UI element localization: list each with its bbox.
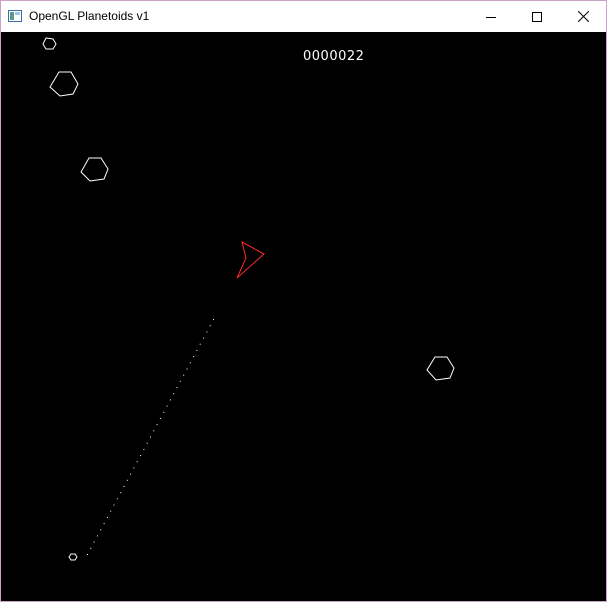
bullet <box>213 319 214 320</box>
app-window: OpenGL Planetoids v1 0000022 <box>0 0 607 602</box>
bullet <box>209 325 211 327</box>
asteroid <box>49 71 79 97</box>
app-icon <box>8 10 22 22</box>
bullet <box>120 492 122 494</box>
asteroid <box>80 157 109 182</box>
title-bar[interactable]: OpenGL Planetoids v1 <box>1 1 606 32</box>
close-button[interactable] <box>560 1 606 32</box>
maximize-button[interactable] <box>514 1 560 32</box>
bullet <box>153 430 155 432</box>
bullet <box>203 337 205 339</box>
bullet <box>116 498 118 500</box>
bullet <box>156 424 158 426</box>
bullet <box>130 473 132 475</box>
bullet <box>143 448 145 450</box>
bullet <box>173 393 175 395</box>
asteroid <box>426 356 455 381</box>
player-ship <box>236 241 265 279</box>
window-title: OpenGL Planetoids v1 <box>29 9 150 23</box>
bullet <box>110 510 112 512</box>
bullet <box>96 535 98 537</box>
asteroid <box>42 37 57 50</box>
bullet <box>169 399 171 401</box>
score-display: 0000022 <box>303 49 365 64</box>
close-icon <box>577 11 589 22</box>
bullet <box>93 541 95 543</box>
asteroid <box>68 553 78 561</box>
bullet <box>163 411 165 413</box>
minimize-button[interactable] <box>468 1 514 32</box>
game-canvas[interactable]: 0000022 <box>1 32 606 601</box>
bullet <box>113 504 115 506</box>
bullet <box>183 374 185 376</box>
bullet <box>146 442 148 444</box>
bullet <box>136 461 138 463</box>
bullet <box>106 516 108 518</box>
game-scene <box>42 37 455 561</box>
bullet <box>159 417 161 419</box>
bullet <box>123 486 125 487</box>
bullet <box>186 368 188 370</box>
maximize-icon <box>532 11 542 22</box>
bullet <box>179 380 181 382</box>
bullet <box>206 331 208 333</box>
bullet <box>196 349 198 351</box>
bullet <box>199 343 201 345</box>
bullet <box>189 362 191 364</box>
bullet <box>193 356 195 358</box>
bullet <box>150 436 151 438</box>
bullet <box>103 523 105 525</box>
minimize-icon <box>486 16 496 18</box>
bullet <box>176 387 178 388</box>
bullet <box>90 547 92 549</box>
bullet <box>140 455 142 457</box>
bullet-trail <box>87 319 214 555</box>
bullet <box>133 467 135 469</box>
bullet <box>166 405 168 407</box>
bullet <box>87 554 88 555</box>
bullet <box>100 529 102 531</box>
bullet <box>126 479 128 481</box>
